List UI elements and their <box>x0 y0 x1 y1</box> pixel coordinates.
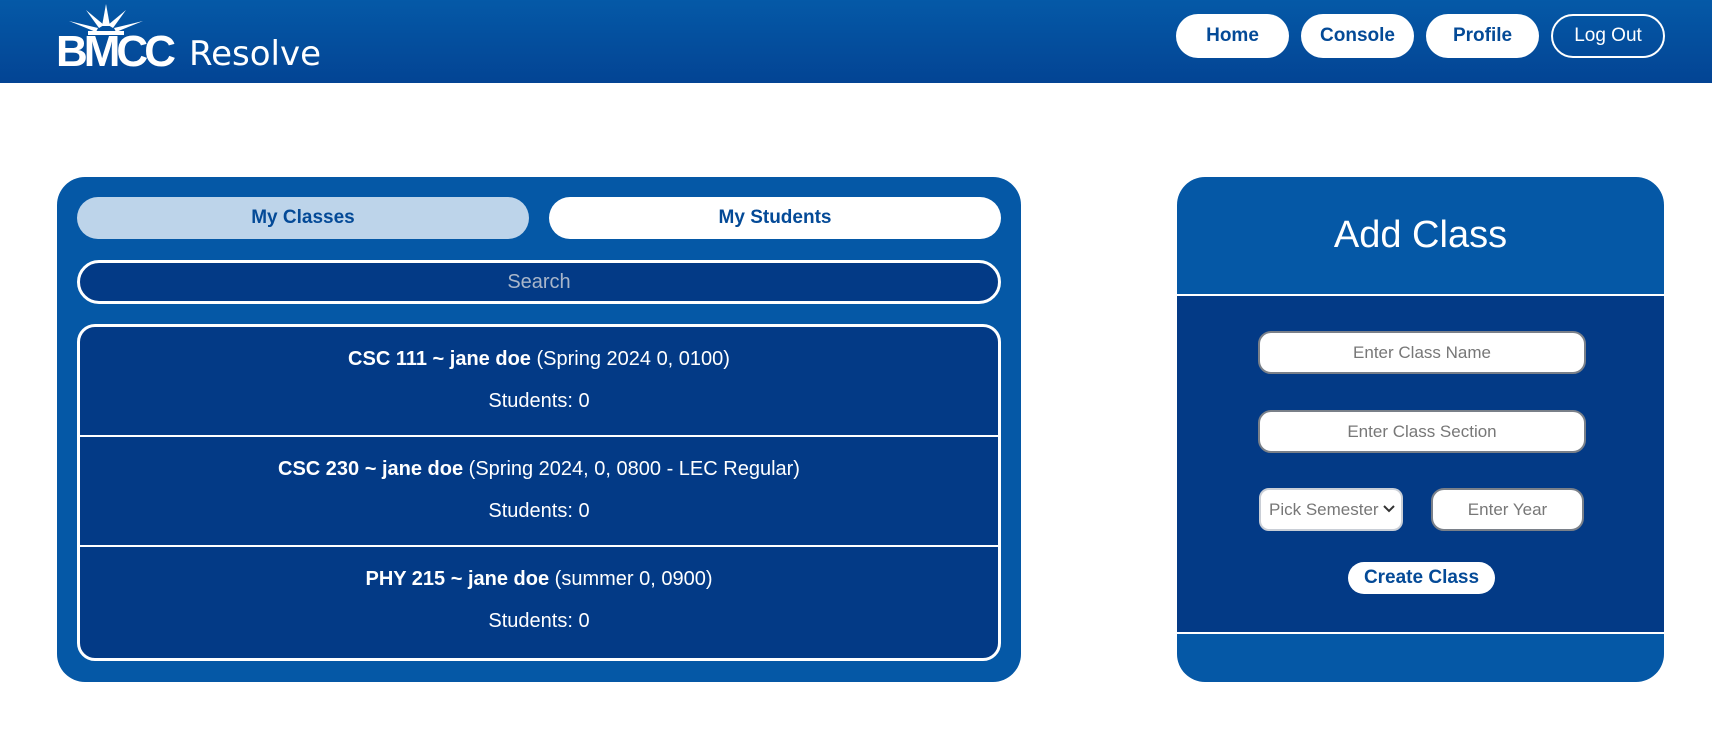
top-nav: Home Console Profile Log Out <box>1176 14 1665 58</box>
class-student-count: Students: 0 <box>488 500 590 522</box>
bmcc-wordmark: BMCC <box>56 27 176 76</box>
add-class-panel: Add Class Pick Semester Create Class <box>1177 177 1664 682</box>
tab-my-classes[interactable]: My Classes <box>77 197 529 239</box>
class-details: (summer 0, 0900) <box>554 568 713 590</box>
class-student-count: Students: 0 <box>488 390 590 412</box>
class-name-field[interactable] <box>1258 331 1586 374</box>
class-list: CSC 111 ~ jane doe (Spring 2024 0, 0100)… <box>77 324 1001 661</box>
panel-tabs: My Classes My Students <box>77 197 1001 239</box>
top-header: BMCC Resolve Home Console Profile Log Ou… <box>0 0 1712 83</box>
add-class-title: Add Class <box>1333 214 1508 256</box>
class-title: CSC 230 ~ jane doe <box>278 458 464 480</box>
profile-button[interactable]: Profile <box>1426 14 1539 58</box>
search-input[interactable] <box>77 260 1001 304</box>
log-out-button[interactable]: Log Out <box>1551 14 1665 58</box>
class-item[interactable]: CSC 111 ~ jane doe (Spring 2024 0, 0100)… <box>80 327 998 437</box>
class-details: (Spring 2024 0, 0100) <box>536 348 730 370</box>
tab-my-students[interactable]: My Students <box>549 197 1001 239</box>
bmcc-resolve-logo[interactable]: BMCC Resolve <box>56 4 326 74</box>
chevron-down-icon <box>1383 505 1395 513</box>
classes-panel: My Classes My Students CSC 111 ~ jane do… <box>57 177 1021 682</box>
class-heading: CSC 230 ~ jane doe (Spring 2024, 0, 0800… <box>80 437 998 481</box>
create-class-button[interactable]: Create Class <box>1348 562 1495 594</box>
class-title: PHY 215 ~ jane doe <box>365 568 550 590</box>
class-item[interactable]: CSC 230 ~ jane doe (Spring 2024, 0, 0800… <box>80 437 998 547</box>
console-button[interactable]: Console <box>1301 14 1414 58</box>
class-section-field[interactable] <box>1258 410 1586 453</box>
class-title: CSC 111 ~ jane doe <box>348 348 531 370</box>
home-button[interactable]: Home <box>1176 14 1289 58</box>
semester-select[interactable]: Pick Semester <box>1259 488 1403 531</box>
product-name: Resolve <box>189 34 322 74</box>
class-heading: CSC 111 ~ jane doe (Spring 2024 0, 0100) <box>80 327 998 371</box>
semester-select-value: Pick Semester <box>1269 499 1379 519</box>
class-student-count: Students: 0 <box>488 610 590 632</box>
class-details: (Spring 2024, 0, 0800 - LEC Regular) <box>468 458 800 480</box>
year-field[interactable] <box>1431 488 1584 531</box>
class-item[interactable]: PHY 215 ~ jane doe (summer 0, 0900) Stud… <box>80 547 998 657</box>
class-heading: PHY 215 ~ jane doe (summer 0, 0900) <box>80 547 998 591</box>
add-class-form: Pick Semester Create Class <box>1177 294 1664 634</box>
